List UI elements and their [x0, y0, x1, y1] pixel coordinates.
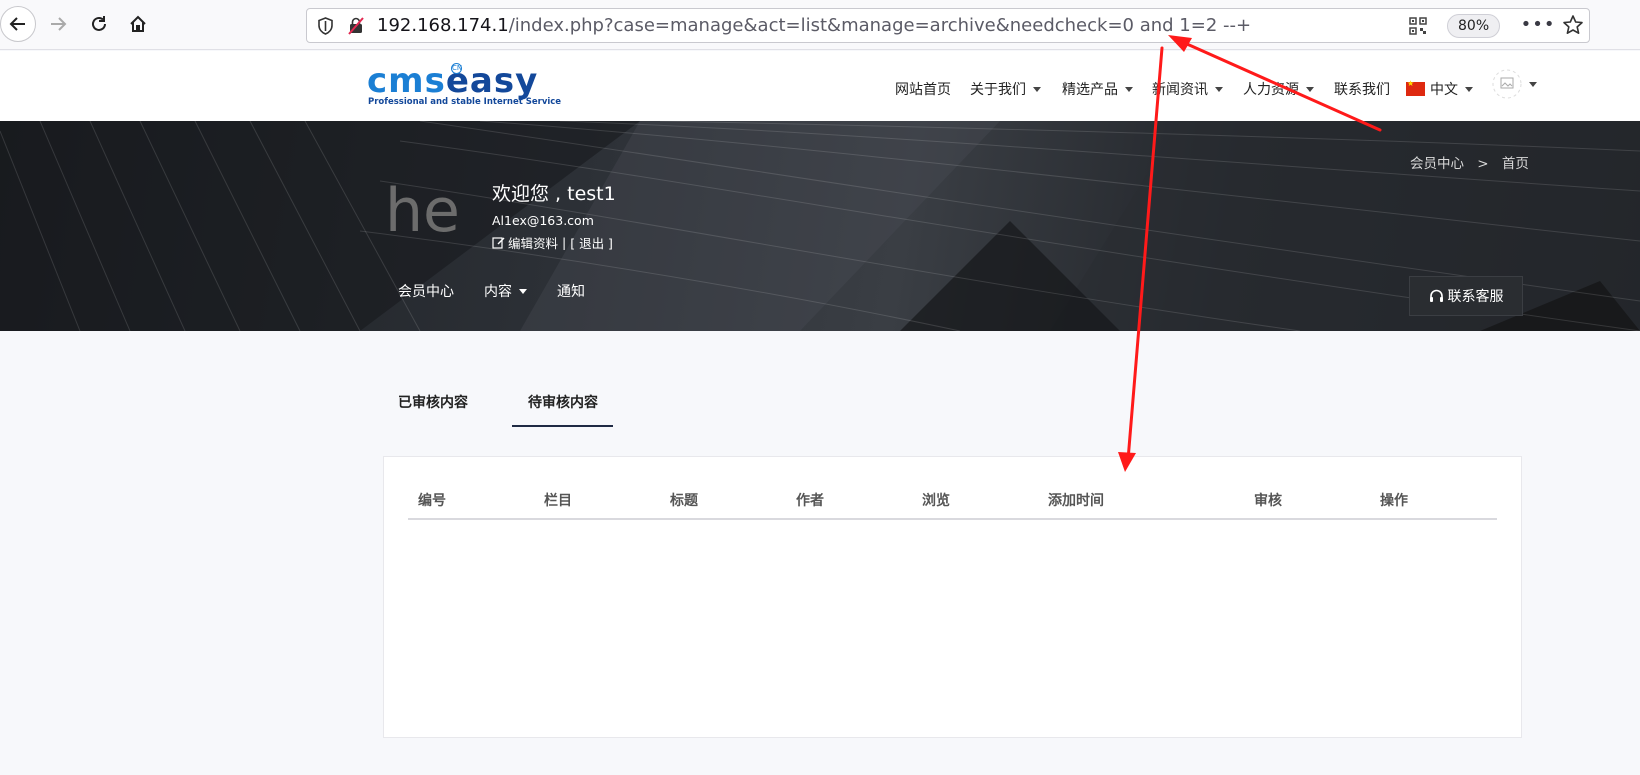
tab-label: 已审核内容	[398, 395, 468, 411]
active-tab-indicator	[512, 425, 613, 427]
caret-down-icon	[1033, 86, 1041, 92]
avatar-image-icon	[1492, 69, 1522, 99]
url-text[interactable]: 192.168.174.1/index.php?case=manage&act=…	[377, 15, 1251, 36]
breadcrumb: 会员中心 > 首页	[1410, 152, 1529, 172]
logo-cn-badge: CN	[451, 63, 463, 74]
language-switcher[interactable]: 中文	[1406, 79, 1473, 99]
member-banner: he 欢迎您 , test1 Al1ex@163.com 编辑资料 | [ 退出…	[0, 121, 1640, 331]
user-avatar-menu[interactable]	[1492, 69, 1537, 99]
china-flag-icon	[1406, 79, 1425, 96]
breadcrumb-member-center[interactable]: 会员中心	[1410, 156, 1464, 172]
browser-toolbar: 192.168.174.1/index.php?case=manage&act=…	[0, 0, 1640, 50]
logo-tagline: Professional and stable Internet Service	[368, 97, 562, 107]
url-path: /index.php?case=manage&act=list&manage=a…	[508, 15, 1252, 36]
member-avatar[interactable]: he	[385, 176, 461, 246]
member-email: Al1ex@163.com	[492, 213, 594, 228]
menu-label: 关于我们	[970, 82, 1026, 98]
menu-item-home[interactable]: 网站首页	[895, 79, 951, 99]
reload-icon	[92, 16, 106, 31]
menu-label: 新闻资讯	[1152, 82, 1208, 98]
qr-code-icon[interactable]	[1409, 17, 1427, 35]
column-header-category[interactable]: 栏目	[544, 490, 572, 510]
subnav-label: 通知	[557, 284, 585, 300]
menu-item-products[interactable]: 精选产品	[1062, 79, 1133, 99]
column-header-title[interactable]: 标题	[670, 490, 698, 510]
subnav-notifications[interactable]: 通知	[557, 281, 585, 301]
caret-down-icon	[1529, 81, 1537, 87]
page-actions-button[interactable]: •••	[1521, 14, 1555, 36]
breadcrumb-current: 首页	[1501, 156, 1529, 172]
reload-button[interactable]	[81, 6, 117, 42]
shield-icon[interactable]	[317, 17, 334, 35]
subnav-content[interactable]: 内容	[484, 281, 527, 301]
subnav-label: 会员中心	[398, 284, 454, 300]
edit-icon	[492, 237, 505, 249]
menu-label: 精选产品	[1062, 82, 1118, 98]
site-header: cmseasy CN Professional and stable Inter…	[0, 51, 1640, 121]
caret-down-icon	[519, 288, 527, 294]
zoom-level-badge[interactable]: 80%	[1447, 14, 1501, 38]
header-divider	[408, 518, 1497, 520]
column-header-added-time[interactable]: 添加时间	[1048, 490, 1104, 510]
more-icon: •••	[1520, 14, 1556, 35]
subnav-label: 内容	[484, 284, 512, 300]
bookmark-button[interactable]	[1560, 12, 1586, 38]
menu-label: 人力资源	[1243, 82, 1299, 98]
forward-arrow-icon	[51, 17, 67, 31]
logout-link[interactable]: [ 退出 ]	[570, 233, 613, 252]
menu-label: 联系我们	[1334, 82, 1390, 98]
headset-icon	[1429, 289, 1443, 302]
menu-item-about[interactable]: 关于我们	[970, 79, 1041, 99]
home-icon	[130, 15, 146, 32]
caret-down-icon	[1465, 86, 1473, 92]
caret-down-icon	[1125, 86, 1133, 92]
forward-button[interactable]	[40, 6, 76, 42]
url-host: 192.168.174.1	[377, 15, 509, 36]
back-arrow-icon	[9, 17, 25, 31]
column-header-actions[interactable]: 操作	[1380, 490, 1408, 510]
caret-down-icon	[1215, 86, 1223, 92]
banner-background-pattern	[0, 121, 1640, 331]
menu-label: 中文	[1430, 82, 1458, 98]
menu-item-contact[interactable]: 联系我们	[1334, 79, 1390, 99]
menu-item-hr[interactable]: 人力资源	[1243, 79, 1314, 99]
menu-label: 网站首页	[895, 82, 951, 98]
edit-profile-link[interactable]: 编辑资料	[508, 233, 558, 252]
column-header-author[interactable]: 作者	[796, 490, 824, 510]
contact-service-label: 联系客服	[1447, 289, 1504, 305]
column-header-views[interactable]: 浏览	[922, 490, 950, 510]
bookmark-star-icon	[1563, 15, 1583, 34]
menu-item-news[interactable]: 新闻资讯	[1152, 79, 1223, 99]
back-button[interactable]	[0, 6, 36, 42]
caret-down-icon	[1306, 86, 1314, 92]
contact-service-button[interactable]: 联系客服	[1409, 276, 1523, 316]
breadcrumb-separator: >	[1477, 156, 1489, 172]
tab-label: 待审核内容	[528, 395, 598, 411]
content-table: 编号 栏目 标题 作者 浏览 添加时间 审核 操作	[383, 456, 1522, 738]
logo-cms: cms	[367, 61, 446, 101]
profile-links: 编辑资料 | [ 退出 ]	[492, 233, 613, 252]
link-separator: |	[562, 235, 567, 250]
subnav-member-center[interactable]: 会员中心	[398, 281, 454, 301]
site-logo[interactable]: cmseasy CN Professional and stable Inter…	[367, 61, 562, 107]
welcome-message: 欢迎您 , test1	[492, 183, 616, 205]
tab-approved-content[interactable]: 已审核内容	[398, 392, 468, 412]
url-bar[interactable]: 192.168.174.1/index.php?case=manage&act=…	[306, 8, 1590, 43]
home-button[interactable]	[120, 6, 156, 42]
insecure-lock-icon[interactable]	[347, 17, 365, 35]
column-header-review[interactable]: 审核	[1254, 490, 1282, 510]
tab-pending-content[interactable]: 待审核内容	[528, 392, 598, 412]
column-header-id[interactable]: 编号	[418, 490, 446, 510]
